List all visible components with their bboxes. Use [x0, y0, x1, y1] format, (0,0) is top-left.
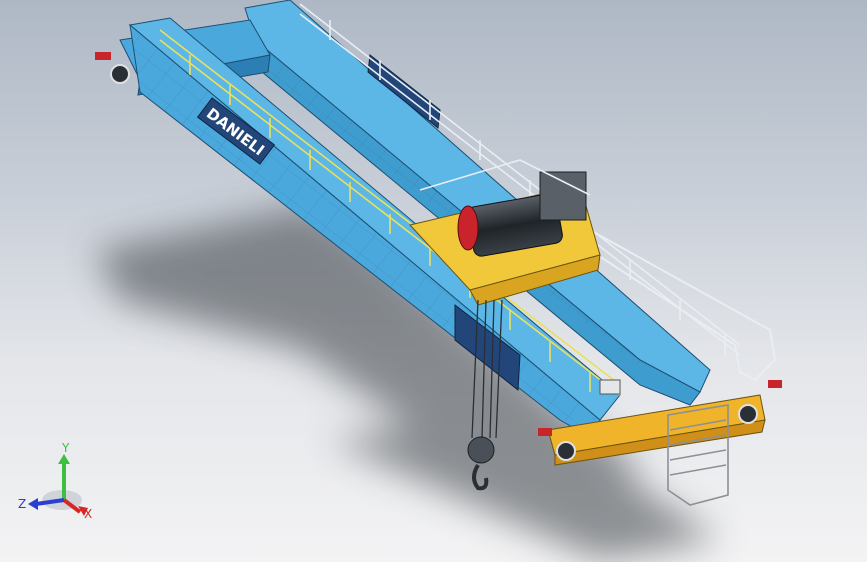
y-axis-arrow-icon	[58, 454, 70, 464]
right-wheel-front	[556, 441, 576, 461]
hoist-motor	[539, 171, 587, 221]
y-axis-label: Y	[61, 442, 70, 455]
left-wheel	[110, 64, 130, 84]
x-axis-label: X	[84, 507, 92, 521]
crane-model-view[interactable]: DANIELI	[0, 0, 867, 562]
cad-viewport[interactable]: DANIELI Y X Z	[0, 0, 867, 562]
left-buffer	[95, 52, 111, 60]
coordinate-triad: Y X Z	[18, 442, 92, 521]
limit-switch	[599, 379, 621, 395]
right-wheel-rear	[738, 404, 758, 424]
z-axis-label: Z	[18, 497, 26, 511]
hook-sheave	[467, 436, 495, 464]
drum-flange	[457, 205, 479, 251]
right-buffer-rear	[768, 380, 782, 388]
z-axis-arrow-icon	[28, 498, 38, 510]
right-buffer	[538, 428, 552, 436]
